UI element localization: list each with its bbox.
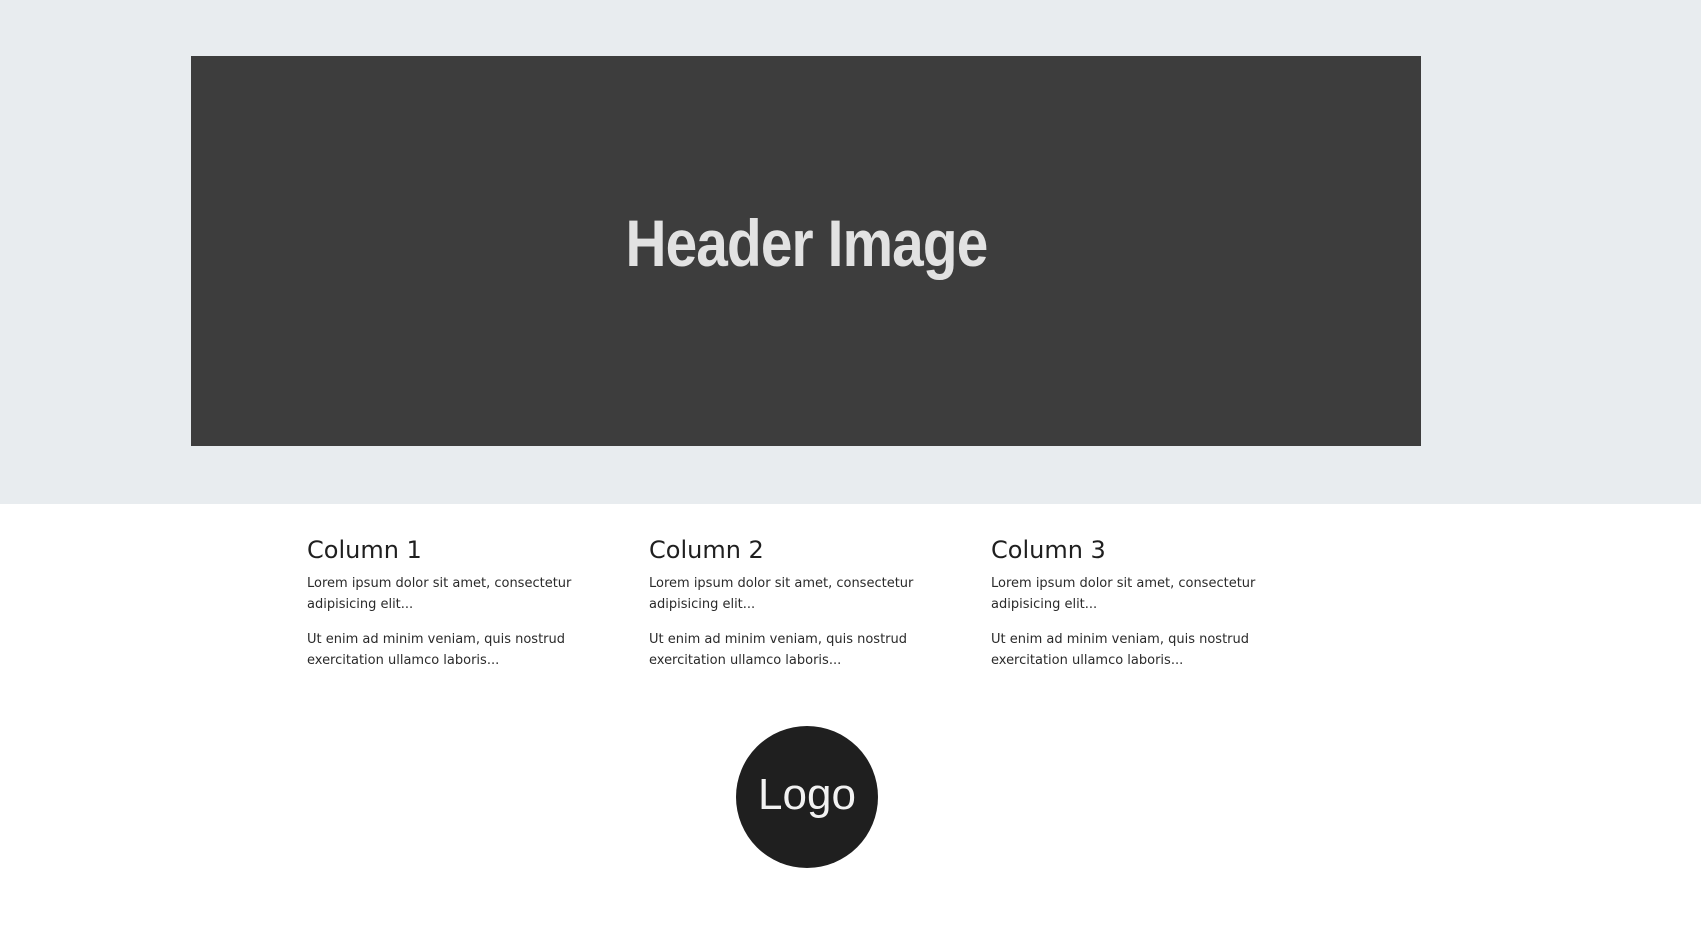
column-3: Column 3 Lorem ipsum dolor sit amet, con… bbox=[991, 533, 1271, 685]
column-paragraph: Lorem ipsum dolor sit amet, consectetur … bbox=[991, 576, 1256, 612]
column-2: Column 2 Lorem ipsum dolor sit amet, con… bbox=[649, 533, 929, 685]
column-paragraph: Ut enim ad minim veniam, quis nostrud ex… bbox=[649, 632, 908, 668]
logo[interactable]: Logo bbox=[736, 726, 878, 868]
hero-section: Header Image bbox=[0, 0, 1701, 504]
column-paragraph: Lorem ipsum dolor sit amet, consectetur … bbox=[307, 576, 572, 612]
column-paragraph: Ut enim ad minim veniam, quis nostrud ex… bbox=[307, 632, 566, 668]
column-paragraph: Lorem ipsum dolor sit amet, consectetur … bbox=[649, 576, 914, 612]
header-image: Header Image bbox=[191, 56, 1421, 446]
header-image-label: Header Image bbox=[625, 206, 988, 280]
column-1: Column 1 Lorem ipsum dolor sit amet, con… bbox=[307, 533, 587, 685]
column-paragraph: Ut enim ad minim veniam, quis nostrud ex… bbox=[991, 632, 1250, 668]
logo-label: Logo bbox=[758, 770, 856, 819]
column-title: Column 1 bbox=[307, 536, 422, 564]
column-title: Column 2 bbox=[649, 536, 764, 564]
column-title: Column 3 bbox=[991, 536, 1106, 564]
